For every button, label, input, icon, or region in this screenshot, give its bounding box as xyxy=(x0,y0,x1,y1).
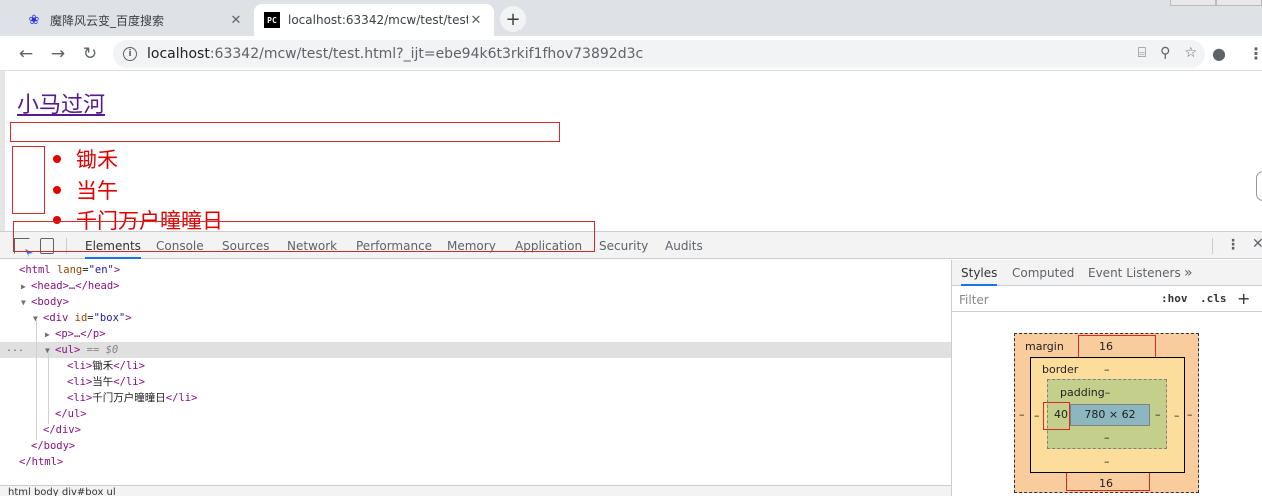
box-model-border: border – – – – padding– 40 – – 780 × 62 xyxy=(1030,357,1185,473)
tab-security[interactable]: Security xyxy=(599,232,648,259)
profile-avatar-icon[interactable]: ● xyxy=(1212,44,1226,63)
forward-arrow-icon[interactable]: → xyxy=(46,42,70,66)
tab-baidu-search[interactable]: ❀ 魔降风云变_百度搜索 ✕ xyxy=(16,4,254,36)
margin-left-value[interactable]: – xyxy=(1019,408,1025,421)
styles-filter-input[interactable] xyxy=(956,290,1152,309)
maximize-button[interactable] xyxy=(1216,0,1262,6)
new-style-rule-button[interactable]: + xyxy=(1237,289,1250,308)
dom-node-ul-close[interactable]: </ul> xyxy=(55,406,87,422)
address-bar[interactable]: i localhost:63342/mcw/test/test.html?_ij… xyxy=(113,40,1205,68)
hover-state-button[interactable]: :hov xyxy=(1161,292,1188,305)
bookmark-star-icon[interactable]: ☆ xyxy=(1184,45,1197,61)
dom-node-div-close[interactable]: </div> xyxy=(43,422,81,438)
collapse-triangle-icon: ▼ xyxy=(21,298,26,307)
page-link[interactable]: 小马过河 xyxy=(17,87,105,119)
elements-dom-tree: ... <html lang="en"> ▶ <head>…</head> ▼ <b… xyxy=(0,260,951,496)
dom-node-li[interactable]: <li>当午</li> xyxy=(67,374,145,390)
dom-node-body[interactable]: ▼ <body> xyxy=(21,294,69,310)
tab-styles[interactable]: Styles xyxy=(961,260,998,286)
dom-node-html[interactable]: <html lang="en"> xyxy=(19,262,120,278)
page-viewport: 小马过河 锄禾 当午 千门万户曈曈日 xyxy=(0,71,1262,231)
more-actions-icon[interactable]: ... xyxy=(6,342,24,356)
dom-node-p[interactable]: ▶ <p>…</p> xyxy=(45,326,106,342)
url-text[interactable]: localhost:63342/mcw/test/test.html?_ijt=… xyxy=(147,46,643,62)
dom-node-head[interactable]: ▶ <head>…</head> xyxy=(21,278,120,294)
bullet-icon xyxy=(53,186,61,194)
collapse-triangle-icon: ▼ xyxy=(45,346,50,355)
tab-title: 魔降风云变_百度搜索 xyxy=(50,13,165,28)
padding-bottom-value[interactable]: – xyxy=(1104,431,1110,444)
tab-localhost[interactable]: PC localhost:63342/mcw/test/test ✕ xyxy=(254,4,494,36)
collapse-triangle-icon: ▼ xyxy=(33,314,38,323)
chrome-menu-icon[interactable]: ⋮ xyxy=(1248,44,1262,63)
new-tab-button[interactable]: + xyxy=(500,6,526,32)
devtools-menu-icon[interactable]: ⋮ xyxy=(1226,237,1240,253)
selected-node-highlight: ... xyxy=(0,342,951,358)
omnibox-actions: ⌸ ⚲ ☆ xyxy=(1138,45,1197,61)
margin-label: margin xyxy=(1025,340,1064,353)
window-controls xyxy=(1170,0,1262,6)
more-tabs-icon[interactable]: » xyxy=(1184,260,1193,286)
back-arrow-icon[interactable]: ← xyxy=(14,42,38,66)
zoom-icon[interactable]: ⚲ xyxy=(1160,45,1170,61)
url-host: localhost xyxy=(147,46,210,62)
styles-filter-row: :hov .cls + xyxy=(952,287,1262,312)
tab-event-listeners[interactable]: Event Listeners xyxy=(1088,260,1181,286)
li-outline-box xyxy=(13,221,595,252)
expand-triangle-icon: ▶ xyxy=(45,330,50,339)
dom-node-li[interactable]: <li>千门万户曈曈日</li> xyxy=(67,390,197,406)
minimize-button[interactable] xyxy=(1170,0,1216,6)
border-top-value[interactable]: – xyxy=(1104,363,1110,376)
reload-icon[interactable]: ↻ xyxy=(78,42,102,66)
class-toggle-button[interactable]: .cls xyxy=(1200,292,1227,305)
border-bottom-value[interactable]: – xyxy=(1104,455,1110,468)
padding-label: padding– xyxy=(1060,386,1111,399)
dom-node-li[interactable]: <li>锄禾</li> xyxy=(67,358,145,374)
breadcrumb-text[interactable]: html body div#box ul xyxy=(8,487,116,496)
close-tab-icon[interactable]: ✕ xyxy=(228,13,244,28)
breadcrumb: html body div#box ul xyxy=(0,485,951,496)
sidebar-tab-bar: Styles Computed Event Listeners » xyxy=(952,260,1262,286)
scrollbar-thumb[interactable] xyxy=(1256,171,1262,201)
site-info-icon[interactable]: i xyxy=(123,47,137,61)
pycharm-icon: PC xyxy=(264,12,280,28)
list-item: 锄禾 xyxy=(53,144,118,174)
padding-right-value[interactable]: – xyxy=(1155,408,1161,421)
p-outline-box xyxy=(10,122,560,142)
tree-guide xyxy=(48,352,49,424)
styles-sidebar: Styles Computed Event Listeners » :hov .… xyxy=(951,260,1262,496)
dom-node-ul-selected[interactable]: ▼ <ul> == $0 xyxy=(45,342,118,358)
divider xyxy=(1212,238,1213,254)
box-model-content[interactable]: 780 × 62 xyxy=(1070,404,1150,426)
url-path: :63342/mcw/test/test.html?_ijt=ebe94k6t3… xyxy=(209,46,644,62)
ul-outline-box xyxy=(12,146,45,214)
border-left-value[interactable]: – xyxy=(1034,409,1040,422)
list-item: 当午 xyxy=(53,175,118,205)
border-right-value[interactable]: – xyxy=(1174,409,1180,422)
translate-icon[interactable]: ⌸ xyxy=(1138,45,1146,61)
dom-node-body-close[interactable]: </body> xyxy=(31,438,75,454)
tab-title: localhost:63342/mcw/test/test xyxy=(288,13,468,27)
margin-right-value[interactable]: – xyxy=(1187,408,1193,421)
tab-audits[interactable]: Audits xyxy=(665,232,703,259)
border-label: border xyxy=(1042,363,1079,376)
box-model-padding: padding– 40 – – 780 × 62 xyxy=(1043,379,1167,449)
box-model-margin: margin 16 – – 16 border – – – – padding–… xyxy=(1014,333,1199,493)
baidu-paw-icon: ❀ xyxy=(28,12,40,28)
tab-computed[interactable]: Computed xyxy=(1012,260,1074,286)
bullet-icon xyxy=(53,155,61,163)
dom-node-div-box[interactable]: ▼ <div id="box"> xyxy=(33,310,132,326)
tab-strip: ❀ 魔降风云变_百度搜索 ✕ PC localhost:63342/mcw/te… xyxy=(0,0,1262,36)
close-devtools-icon[interactable]: ✕ xyxy=(1252,236,1262,252)
padding-left-highlight xyxy=(1043,402,1070,430)
close-tab-icon[interactable]: ✕ xyxy=(468,13,484,28)
dom-node-html-close[interactable]: </html> xyxy=(19,454,63,470)
expand-triangle-icon: ▶ xyxy=(21,282,26,291)
browser-toolbar: ← → ↻ i localhost:63342/mcw/test/test.ht… xyxy=(0,36,1262,71)
tree-guide xyxy=(36,320,37,440)
